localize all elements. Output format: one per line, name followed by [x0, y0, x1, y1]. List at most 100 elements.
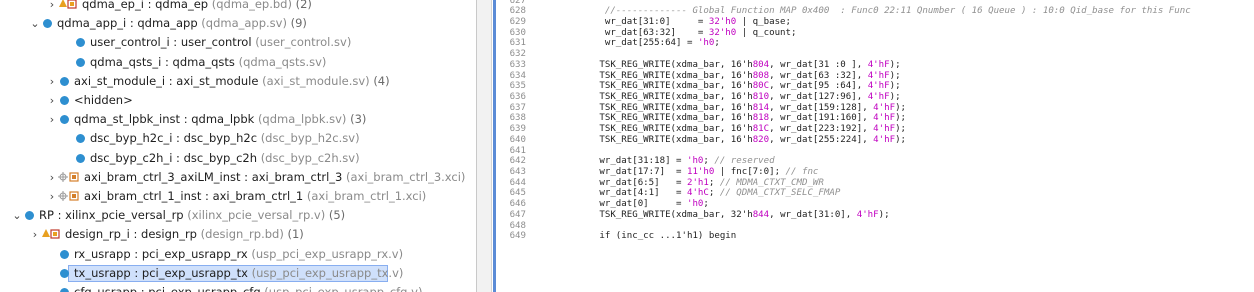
line-number: 644 [509, 177, 526, 188]
code-token: , wr_dat[127:96], [769, 91, 868, 102]
code-token: , wr_dat[191:160], [769, 113, 874, 124]
code-token: 16'h [730, 59, 753, 70]
code-token: TSK_REG_WRITE(xdma_bar, [572, 59, 731, 70]
code-token: 16'h [730, 91, 753, 102]
code-token: wr_dat[31:18] = [572, 156, 687, 167]
code-line: 648 [496, 221, 1254, 232]
tree-row[interactable]: rx_usrapp : pci_exp_usrapp_rx (usp_pci_e… [0, 245, 475, 264]
tree-item-label: qdma_qsts_i : qdma_qsts (qdma_qsts.sv) [90, 53, 326, 72]
line-number: 630 [509, 27, 526, 38]
code-line: 639 TSK_REG_WRITE(xdma_bar, 16'h81C, wr_… [496, 124, 1254, 135]
code-token: ; [708, 177, 720, 188]
child-count: (5) [328, 208, 346, 223]
instance-name: axi_bram_ctrl_3_axiLM_inst : axi_bram_ct… [84, 169, 343, 184]
tree-row[interactable]: › axi_bram_ctrl_3_axiLM_inst : axi_bram_c… [0, 168, 475, 187]
code-token: TSK_REG_WRITE(xdma_bar, [572, 134, 731, 145]
source-file: (design_rp.bd) [200, 227, 284, 242]
tree-row[interactable]: › axi_st_module_i : axi_st_module (axi_st… [0, 72, 475, 91]
instance-name: tx_usrapp : pci_exp_usrapp_tx [74, 265, 248, 280]
source-file: (axi_bram_ctrl_3.xci) [346, 169, 466, 184]
instance-name: axi_st_module_i : axi_st_module [74, 73, 259, 88]
source-file: (qdma_app.sv) [201, 16, 287, 31]
line-number: 638 [509, 113, 526, 124]
code-token: 16'h [730, 113, 753, 124]
expand-chevron-icon[interactable]: › [29, 225, 41, 244]
code-token: ); [889, 70, 901, 81]
ip-core-icon [58, 168, 82, 187]
tree-row[interactable]: › <hidden> [0, 91, 475, 110]
tree-item-label: tx_usrapp : pci_exp_usrapp_tx (usp_pci_e… [74, 264, 403, 283]
code-line: 628 //------------- Global Function MAP … [496, 6, 1254, 17]
code-line: 642 wr_dat[31:18] = 'h0; // reserved [496, 156, 1254, 167]
source-file: (user_control.sv) [255, 35, 352, 50]
tree-row[interactable]: user_control_i : user_control (user_cont… [0, 33, 475, 52]
instance-name: user_control_i : user_control [90, 35, 252, 50]
code-literal: 32'h0 [708, 16, 737, 27]
ip-core-icon [58, 187, 82, 206]
code-line: 649 if (inc_cc ...1'h1) begin [496, 231, 1254, 242]
line-number: 637 [509, 102, 526, 113]
code-text: TSK_REG_WRITE(xdma_bar, 16'h810, wr_dat[… [572, 91, 901, 103]
code-token: , wr_dat[255:224], [769, 134, 874, 145]
code-token: wr_dat[17:7] = [572, 167, 687, 178]
code-text: wr_dat[17:7] = 11'h0 | fnc[7:0]; // fnc [572, 167, 818, 178]
tree-row[interactable]: › design_rp_i : design_rp (design_rp.bd) … [0, 225, 475, 244]
code-text: TSK_REG_WRITE(xdma_bar, 16'h814, wr_dat[… [572, 103, 906, 114]
panel-splitter[interactable] [476, 0, 492, 292]
block-design-icon [41, 225, 63, 244]
expand-chevron-icon[interactable]: › [46, 187, 58, 206]
code-token: ; [714, 38, 720, 49]
code-editor[interactable]: 627 628 //------------- Global Function M… [496, 0, 1254, 292]
tree-row[interactable]: cfg_usrapp : pci_exp_usrapp_cfg (usp_pci… [0, 283, 475, 292]
instance-name: RP : xilinx_pcie_versal_rp [39, 208, 184, 223]
tree-item-label: qdma_st_lpbk_inst : qdma_lpbk (qdma_lpbk… [74, 110, 366, 129]
tree-row[interactable]: › qdma_st_lpbk_inst : qdma_lpbk (qdma_lpb… [0, 110, 475, 129]
code-token: 16'h [730, 102, 753, 113]
instance-name: qdma_app_i : qdma_app [57, 16, 198, 31]
tree-row-selected[interactable]: tx_usrapp : pci_exp_usrapp_tx (usp_pci_e… [0, 264, 475, 283]
expand-chevron-icon[interactable]: › [46, 72, 58, 91]
tree-item-label: axi_bram_ctrl_3_axiLM_inst : axi_bram_ct… [84, 168, 465, 187]
tree-row[interactable]: ⌄ RP : xilinx_pcie_versal_rp (xilinx_pcie… [0, 206, 475, 225]
module-icon [58, 283, 72, 292]
code-literal: 2'h1 [686, 177, 709, 188]
child-count: (2) [295, 0, 312, 11]
code-token: 16'h [730, 134, 753, 145]
code-token: , wr_dat[223:192], [769, 124, 874, 135]
tree-row[interactable]: dsc_byp_h2c_i : dsc_byp_h2c (dsc_byp_h2c… [0, 129, 475, 148]
tree-item-label: axi_bram_ctrl_1_inst : axi_bram_ctrl_1 (… [84, 187, 426, 206]
instance-name: rx_usrapp : pci_exp_usrapp_rx [74, 246, 248, 261]
expand-chevron-icon[interactable]: › [46, 0, 58, 14]
code-text: wr_dat[255:64] = 'h0; [572, 38, 720, 49]
code-token: ); [895, 113, 907, 124]
code-literal: 4'hC [686, 188, 709, 199]
tree-row[interactable]: › qdma_ep_i : qdma_ep (qdma_ep.bd) (2) [0, 0, 475, 14]
code-token: ); [895, 124, 907, 135]
line-number: 649 [509, 231, 526, 242]
child-count: (9) [290, 16, 307, 31]
code-literal: 808 [752, 70, 770, 81]
tree-row[interactable]: › axi_bram_ctrl_1_inst : axi_bram_ctrl_1 … [0, 187, 475, 206]
expand-chevron-icon[interactable]: › [46, 110, 58, 129]
source-file: (dsc_byp_h2c.sv) [260, 131, 360, 146]
code-text: TSK_REG_WRITE(xdma_bar, 32'h844, wr_dat[… [572, 209, 889, 221]
collapse-chevron-icon[interactable]: ⌄ [11, 206, 23, 225]
tree-row[interactable]: dsc_byp_c2h_i : dsc_byp_c2h (dsc_byp_c2h… [0, 149, 475, 168]
code-token: ); [895, 134, 907, 145]
line-number: 642 [509, 156, 526, 167]
code-text: wr_dat[6:5] = 2'h1; // MDMA_CTXT_CMD_WR [572, 178, 824, 189]
code-line: 633 TSK_REG_WRITE(xdma_bar, 16'h804, wr_… [496, 60, 1254, 71]
tree-row[interactable]: ⌄ qdma_app_i : qdma_app (qdma_app.sv) (9) [0, 14, 475, 33]
code-token: if (inc_cc ...1'h1) begin [572, 231, 737, 242]
collapse-chevron-icon[interactable]: ⌄ [29, 14, 41, 33]
code-token: ); [889, 91, 901, 102]
expand-chevron-icon[interactable]: › [46, 91, 58, 110]
code-token: | fnc[7:0]; [714, 167, 786, 178]
tree-row[interactable]: qdma_qsts_i : qdma_qsts (qdma_qsts.sv) [0, 53, 475, 72]
code-text: TSK_REG_WRITE(xdma_bar, 16'h80C, wr_dat[… [572, 81, 900, 92]
code-token: TSK_REG_WRITE(xdma_bar, [572, 209, 731, 220]
module-icon [58, 91, 72, 110]
expand-chevron-icon[interactable]: › [46, 168, 58, 187]
instance-name: <hidden> [74, 93, 133, 107]
code-token: ; [703, 199, 709, 210]
